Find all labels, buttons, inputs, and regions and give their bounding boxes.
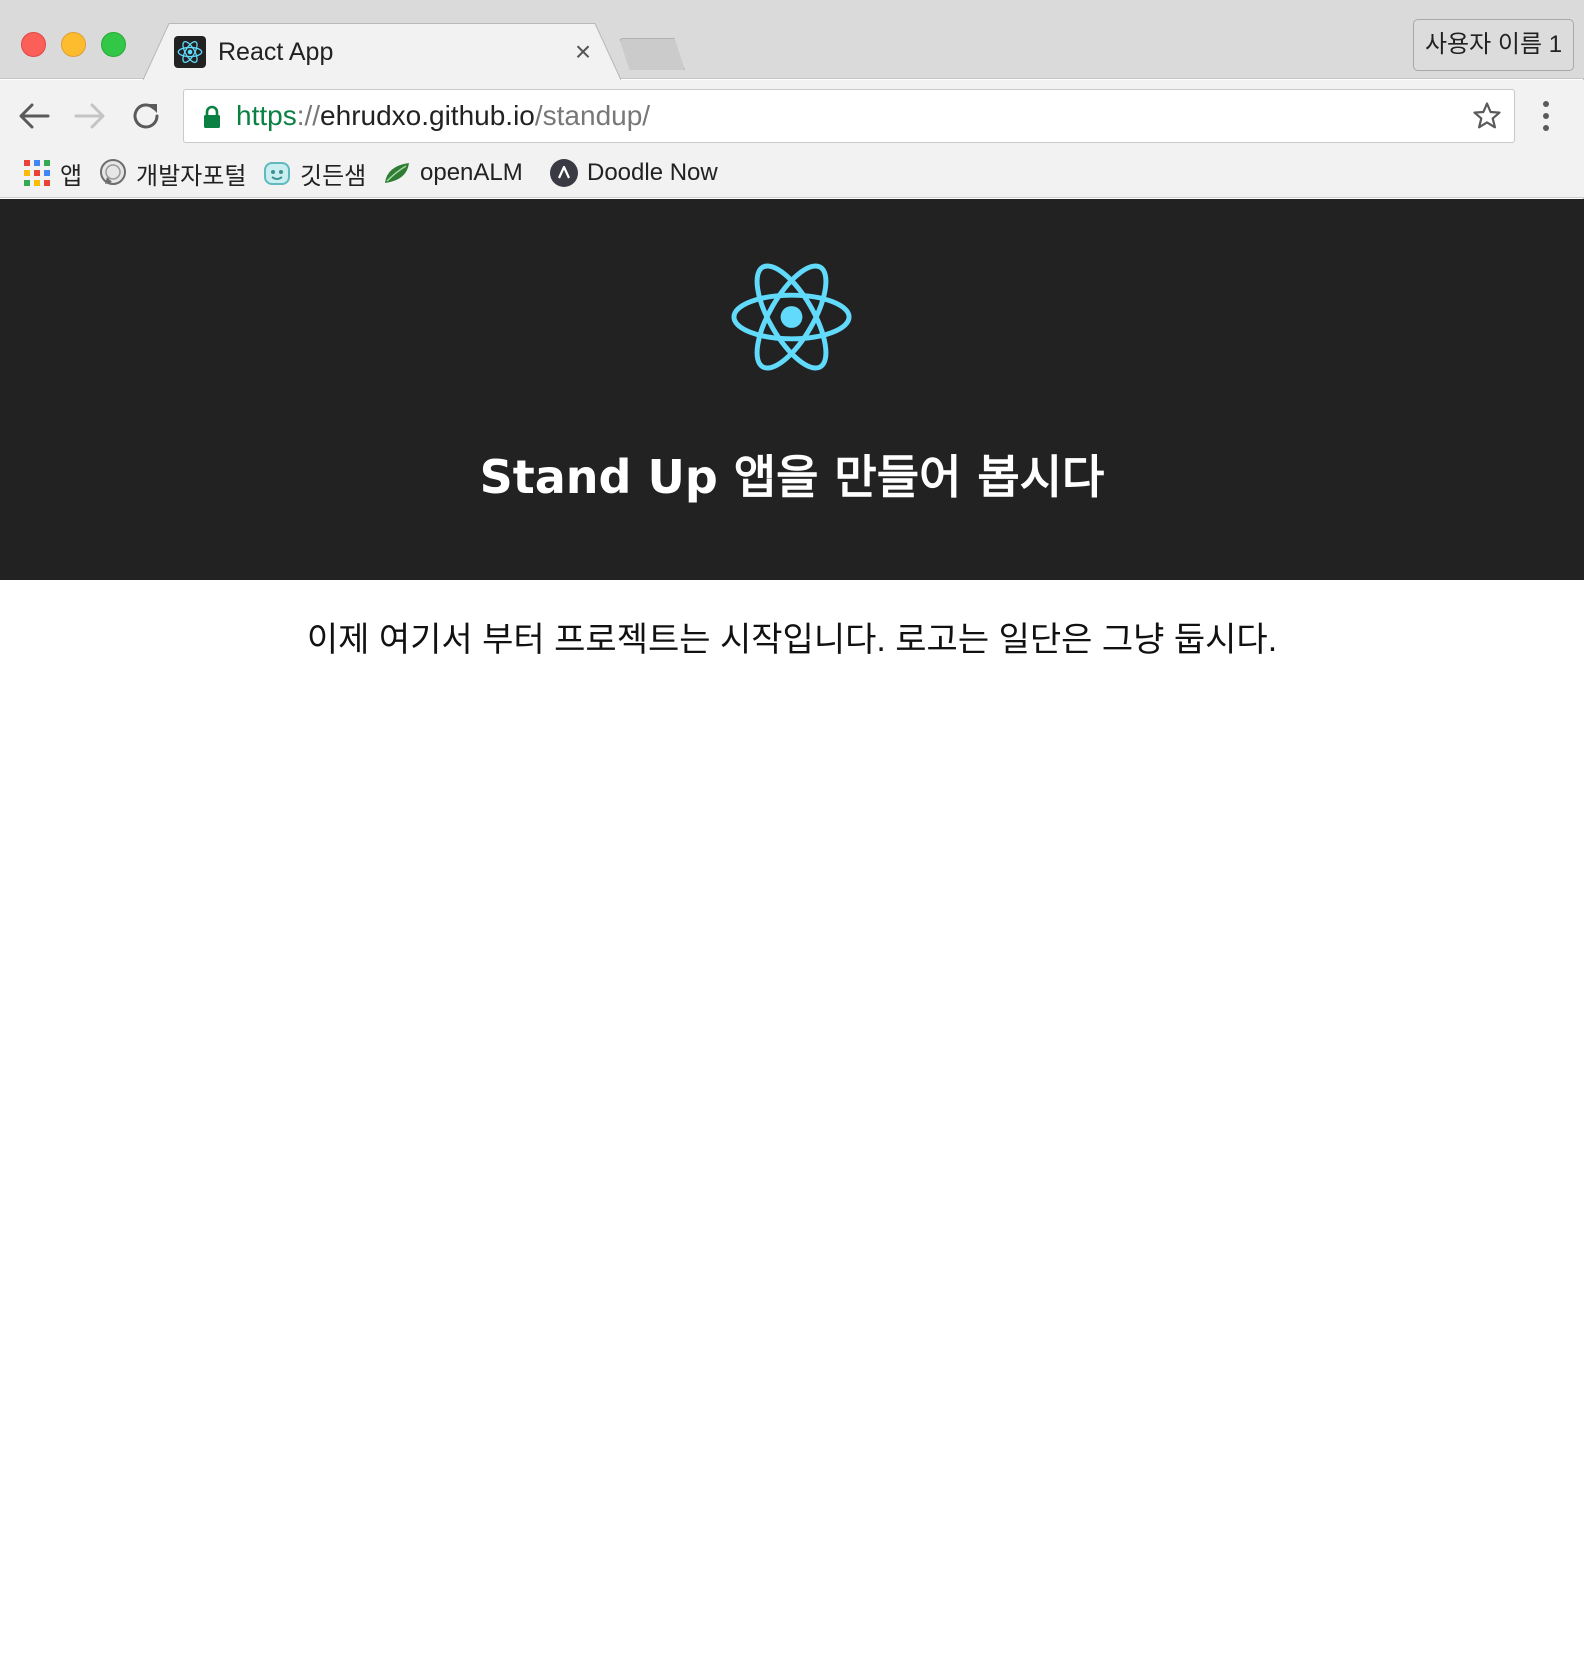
address-bar[interactable]: https://ehrudxo.github.io/standup/ [183,89,1515,143]
app-header: Stand Up 앱을 만들어 봅시다 [0,199,1584,580]
apps-grid-icon [24,160,50,186]
profile-button[interactable]: 사용자 이름 1 [1413,19,1574,71]
tab-close-icon[interactable]: × [569,38,597,66]
tab-title: React App [218,38,334,66]
url-host: ehrudxo.github.io [320,100,535,131]
tab-react-app[interactable] [143,23,621,80]
bookmarks-bar: 앱 개발자포털 깃든샘 openALM Doodle Now [0,152,1584,198]
back-arrow-icon[interactable] [14,96,54,136]
robot-face-icon [264,162,290,185]
bookmark-label: 깃든샘 [300,162,367,190]
bookmark-dev-portal[interactable]: 개발자포털 [98,154,246,192]
browser-toolbar: https://ehrudxo.github.io/standup/ [0,80,1584,152]
bookmark-openalm[interactable]: openALM [382,154,523,192]
bookmark-label: 앱 [60,162,83,190]
url-text[interactable]: https://ehrudxo.github.io/standup/ [236,90,650,142]
intro-text: 이제 여기서 부터 프로젝트는 시작입니다. 로고는 일단은 그냥 둡시다. [306,621,1278,659]
bookmark-label: openALM [420,159,523,186]
doodle-logo-icon [550,159,578,187]
url-separator: :// [296,100,321,131]
bookmark-gitdeunsaem[interactable]: 깃든샘 [262,154,366,192]
chat-bubble-icon [100,159,126,185]
browser-window: React App × 사용자 이름 1 https://ehrudxo.git… [0,0,1584,1680]
more-menu-icon[interactable] [1534,98,1558,134]
tab-strip: React App × 사용자 이름 1 [0,0,1584,80]
window-maximize-button[interactable] [101,32,126,57]
window-minimize-button[interactable] [61,32,86,57]
react-logo-icon [731,263,852,371]
web-page: Stand Up 앱을 만들어 봅시다 이제 여기서 부터 프로젝트는 시작입니… [0,199,1584,1680]
bookmark-label: Doodle Now [587,159,718,186]
bookmark-doodle-now[interactable]: Doodle Now [549,154,718,192]
bookmark-star-icon[interactable] [1472,101,1502,131]
leaf-icon [385,163,409,183]
forward-arrow-icon[interactable] [70,96,110,136]
bookmark-label: 개발자포털 [136,162,247,190]
url-scheme: https [236,100,297,131]
page-title: Stand Up 앱을 만들어 봅시다 [479,450,1105,504]
reload-icon[interactable] [126,96,166,136]
new-tab-button[interactable] [619,38,685,70]
bookmark-apps[interactable]: 앱 [22,154,82,192]
url-path: /standup/ [534,100,651,131]
window-close-button[interactable] [21,32,46,57]
lock-icon[interactable] [202,105,222,129]
react-favicon-icon [174,36,206,68]
